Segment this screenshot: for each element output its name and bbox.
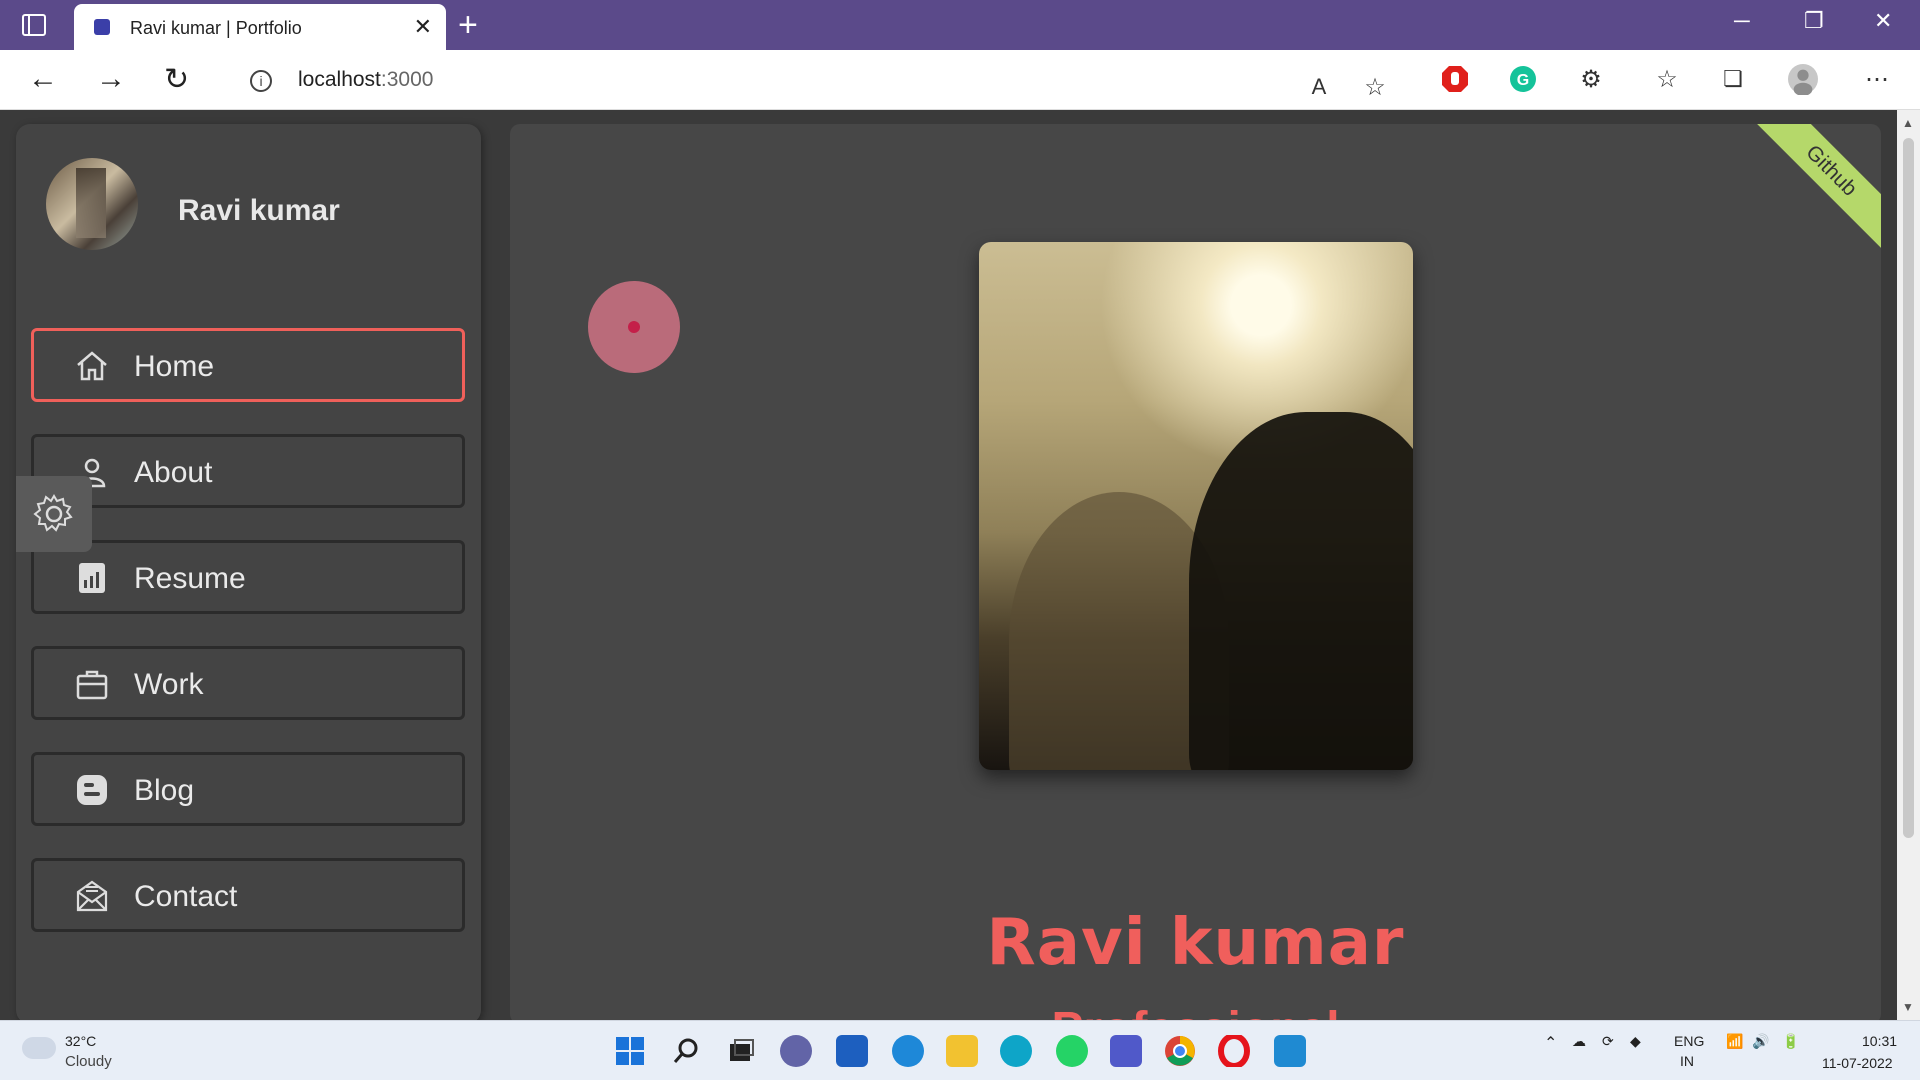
dropbox-icon[interactable]: ◆ — [1630, 1033, 1641, 1050]
nav-label: About — [134, 456, 213, 489]
adblock-icon[interactable] — [1440, 64, 1470, 94]
favicon-icon — [94, 19, 110, 35]
nav-label: Work — [134, 668, 204, 701]
forward-icon[interactable]: → — [96, 62, 126, 96]
scroll-up-icon[interactable]: ▲ — [1902, 116, 1914, 130]
cloud-icon[interactable] — [22, 1037, 56, 1059]
svg-text:G: G — [1517, 72, 1529, 89]
nav-label: Resume — [134, 562, 246, 595]
restore-icon[interactable]: ❐ — [1804, 8, 1824, 34]
page-scrollbar[interactable]: ▲ ▼ — [1897, 110, 1920, 1020]
weather-description[interactable]: Cloudy — [65, 1053, 112, 1070]
volume-icon[interactable]: 🔊 — [1752, 1033, 1769, 1050]
chat-icon[interactable] — [780, 1035, 812, 1067]
avatar — [46, 158, 138, 250]
github-ribbon[interactable]: Github — [1741, 124, 1881, 264]
scroll-down-icon[interactable]: ▼ — [1902, 1000, 1914, 1014]
new-tab-button[interactable]: + — [458, 6, 478, 45]
clock-date[interactable]: 11-07-2022 — [1822, 1055, 1893, 1071]
profile-name: Ravi kumar — [178, 194, 340, 227]
read-aloud-icon[interactable]: A — [1304, 72, 1334, 102]
opera-icon[interactable] — [1218, 1033, 1250, 1069]
tab-title: Ravi kumar | Portfolio — [130, 18, 302, 38]
mail-icon — [76, 880, 108, 912]
tab-actions-icon[interactable] — [22, 14, 46, 36]
close-window-icon[interactable]: ✕ — [1874, 8, 1892, 34]
minimize-icon[interactable]: ─ — [1734, 8, 1750, 34]
sidebar: Ravi kumar Home About Resume Work Blog C… — [16, 124, 481, 1024]
nav-work[interactable]: Work — [31, 646, 465, 720]
language-bottom[interactable]: IN — [1680, 1053, 1694, 1069]
chart-icon — [79, 563, 105, 593]
nav-label: Home — [134, 350, 215, 383]
cursor-dot — [628, 321, 640, 333]
nav-home[interactable]: Home — [31, 328, 465, 402]
help-icon[interactable] — [892, 1035, 924, 1067]
extensions-icon[interactable]: ⚙ — [1576, 64, 1606, 94]
weather-temperature[interactable]: 32°C — [65, 1033, 96, 1049]
chrome-icon[interactable] — [1164, 1035, 1196, 1067]
show-hidden-icons[interactable]: ⌃ — [1544, 1033, 1557, 1053]
browser-toolbar: ← → ↻ i localhost:3000 A ☆ G ⚙ ☆ ❏ ⋯ — [0, 50, 1920, 110]
sync-icon[interactable]: ⟳ — [1602, 1033, 1614, 1050]
nav-blog[interactable]: Blog — [31, 752, 465, 826]
whatsapp-icon[interactable] — [1056, 1035, 1088, 1067]
nav-label: Contact — [134, 880, 238, 913]
wifi-icon[interactable]: 📶 — [1726, 1033, 1743, 1050]
url-host: localhost — [298, 68, 381, 91]
start-icon[interactable] — [614, 1035, 646, 1067]
more-menu-icon[interactable]: ⋯ — [1862, 64, 1892, 94]
nav-label: Blog — [134, 774, 195, 807]
gear-icon — [33, 494, 73, 532]
site-info-icon[interactable]: i — [250, 70, 272, 92]
scroll-thumb[interactable] — [1903, 138, 1914, 838]
language-top[interactable]: ENG — [1674, 1033, 1704, 1049]
task-view-icon[interactable] — [726, 1035, 758, 1067]
file-explorer-icon[interactable] — [946, 1035, 978, 1067]
home-icon — [77, 351, 107, 381]
address-bar[interactable]: i localhost:3000 A ☆ — [224, 58, 1410, 102]
vscode-icon[interactable] — [1274, 1035, 1306, 1067]
nav-contact[interactable]: Contact — [31, 858, 465, 932]
search-icon[interactable] — [670, 1035, 702, 1067]
url-text[interactable]: localhost:3000 — [298, 68, 433, 92]
favorites-icon[interactable]: ☆ — [1652, 64, 1682, 94]
github-ribbon-label: Github — [1746, 124, 1881, 256]
nav-resume[interactable]: Resume — [31, 540, 465, 614]
grammarly-icon[interactable]: G — [1508, 64, 1538, 94]
browser-tab[interactable]: Ravi kumar | Portfolio ✕ — [74, 4, 446, 50]
add-favorite-icon[interactable]: ☆ — [1360, 72, 1390, 102]
battery-icon[interactable]: 🔋 — [1782, 1033, 1799, 1050]
back-icon[interactable]: ← — [28, 62, 58, 96]
clock-time[interactable]: 10:31 — [1862, 1033, 1897, 1049]
browser-titlebar: Ravi kumar | Portfolio ✕ + ─ ❐ ✕ — [0, 0, 1920, 50]
nav-about[interactable]: About — [31, 434, 465, 508]
blogger-icon — [77, 775, 107, 805]
teams-icon[interactable] — [1110, 1035, 1142, 1067]
hero-image — [979, 242, 1413, 770]
hero-name: Ravi kumar — [986, 906, 1405, 980]
windows-taskbar: 32°C Cloudy ⌃ ☁ ⟳ ◆ ENG IN 📶 🔊 🔋 10:31 1… — [0, 1020, 1920, 1080]
edge-icon[interactable] — [1000, 1035, 1032, 1067]
briefcase-icon — [76, 670, 108, 700]
page-viewport: Ravi kumar Home About Resume Work Blog C… — [0, 110, 1920, 1024]
main-content: Ravi kumar Professional Github — [510, 124, 1881, 1024]
refresh-icon[interactable]: ↻ — [164, 62, 189, 97]
close-tab-icon[interactable]: ✕ — [414, 14, 432, 40]
onedrive-icon[interactable]: ☁ — [1572, 1033, 1586, 1050]
store-icon[interactable] — [836, 1035, 868, 1067]
url-port: :3000 — [380, 68, 434, 91]
collections-icon[interactable]: ❏ — [1718, 64, 1748, 94]
custom-cursor — [588, 281, 680, 373]
profile-avatar-icon[interactable] — [1788, 64, 1818, 95]
settings-button[interactable] — [16, 476, 92, 552]
tree-shape — [1189, 412, 1413, 770]
